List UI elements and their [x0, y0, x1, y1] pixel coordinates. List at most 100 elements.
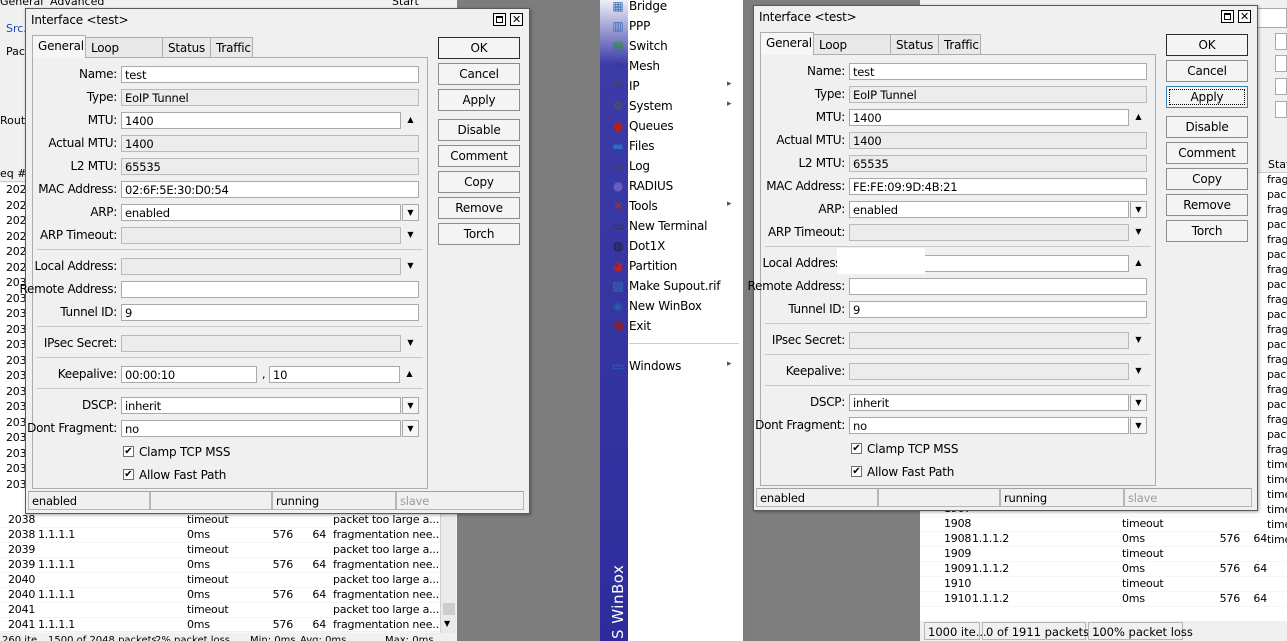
dropdown-arrow-icon[interactable]: ▼: [1130, 201, 1147, 218]
menu-item-new-winbox[interactable]: ◉ New WinBox: [613, 297, 743, 317]
table-row-partial[interactable]: pack: [1257, 218, 1287, 233]
menu-item-exit[interactable]: ▣ Exit: [612, 317, 743, 337]
bg-tab-advanced[interactable]: Advanced: [50, 0, 104, 8]
dscp-field[interactable]: inherit: [121, 397, 401, 414]
mtu-field[interactable]: 1400: [849, 109, 1129, 126]
table-row-partial[interactable]: frag: [1257, 443, 1287, 458]
tab-status[interactable]: Status: [890, 34, 939, 54]
dont-fragment-field[interactable]: no: [121, 420, 401, 437]
table-row-partial[interactable]: pack: [1257, 428, 1287, 443]
clamp-tcp-mss-checkbox[interactable]: ✔: [123, 446, 134, 457]
copy-button[interactable]: Copy: [438, 171, 520, 193]
table-row[interactable]: 2038 1.1.1.1 0ms 576 64 fragmentation nee...: [0, 528, 442, 543]
table-row-partial[interactable]: time: [1257, 473, 1287, 488]
allow-fast-path-checkbox[interactable]: ✔: [123, 469, 134, 480]
tab-loop-protect[interactable]: Loop Protect: [85, 37, 163, 69]
dropdown-arrow-icon[interactable]: ▼: [402, 397, 419, 414]
dont-fragment-field[interactable]: no: [849, 417, 1129, 434]
bg-start-button[interactable]: Start: [392, 0, 419, 8]
scroll-thumb[interactable]: [443, 603, 455, 615]
table-row-partial[interactable]: frag: [1257, 323, 1287, 338]
menu-item-mesh[interactable]: ⁘ Mesh: [613, 57, 743, 77]
comment-button[interactable]: Comment: [1166, 142, 1248, 164]
remove-button[interactable]: Remove: [438, 197, 520, 219]
disable-button[interactable]: Disable: [438, 119, 520, 141]
menu-item-log[interactable]: ▭ Log: [612, 157, 743, 177]
disable-button[interactable]: Disable: [1166, 116, 1248, 138]
table-row[interactable]: 2041 1.1.1.1 0ms 576 64 fragmentation nee...: [0, 618, 442, 633]
menu-item-queues[interactable]: ● Queues: [613, 117, 743, 137]
table-row-partial[interactable]: frag: [1257, 383, 1287, 398]
mac-field[interactable]: FE:FE:09:9D:4B:21: [849, 178, 1147, 195]
table-row[interactable]: 2039 timeout packet too large a...: [0, 543, 440, 558]
table-row[interactable]: 1908 timeout: [920, 517, 1287, 532]
tab-general[interactable]: General: [760, 32, 814, 55]
table-row-partial[interactable]: pack: [1257, 248, 1287, 263]
tunnel-id-field[interactable]: 9: [849, 301, 1147, 318]
dropdown-arrow-icon[interactable]: ▼: [1130, 394, 1147, 411]
bg-tab-general[interactable]: General: [0, 0, 43, 8]
table-row[interactable]: 2041 timeout packet too large a...: [0, 603, 440, 618]
dropdown-arrow-icon[interactable]: ▼: [402, 204, 419, 221]
menu-item-radius[interactable]: ● RADIUS: [613, 177, 743, 197]
cancel-button[interactable]: Cancel: [438, 63, 520, 85]
menu-item-ppp[interactable]: ▥ PPP: [612, 17, 743, 37]
scroll-down-arrow-icon[interactable]: ▼: [444, 619, 450, 628]
close-icon[interactable]: ✕: [510, 13, 523, 26]
remove-field-arrow-icon[interactable]: ▲: [1130, 109, 1147, 126]
menu-item-dot1x[interactable]: ◍ Dot1X: [613, 237, 743, 257]
table-row-partial[interactable]: frag: [1257, 353, 1287, 368]
bg-right-field-4[interactable]: [1275, 78, 1287, 95]
table-row[interactable]: 1909 1.1.1.2 0ms 576 64: [920, 562, 1287, 577]
expand-field-arrow-icon[interactable]: ▼: [402, 258, 419, 275]
remove-button[interactable]: Remove: [1166, 194, 1248, 216]
bg-right-field-5[interactable]: [1275, 101, 1287, 118]
status-column-header[interactable]: Stat: [1268, 158, 1287, 171]
table-row-partial[interactable]: frag: [1257, 173, 1287, 188]
copy-button[interactable]: Copy: [1166, 168, 1248, 190]
keepalive-retries-field[interactable]: 10: [269, 366, 400, 383]
table-row-partial[interactable]: time: [1257, 458, 1287, 473]
menu-item-bridge[interactable]: ▦ Bridge: [612, 0, 743, 17]
menu-item-new-terminal[interactable]: ▭ New Terminal: [612, 217, 743, 237]
dropdown-arrow-icon[interactable]: ▼: [1130, 417, 1147, 434]
bg-right-field-2[interactable]: [1275, 33, 1287, 50]
ok-button[interactable]: OK: [1166, 34, 1248, 56]
torch-button[interactable]: Torch: [1166, 220, 1248, 242]
expand-field-arrow-icon[interactable]: ▼: [1130, 332, 1147, 349]
table-row-partial[interactable]: pack: [1257, 308, 1287, 323]
close-icon[interactable]: ✕: [1238, 10, 1251, 23]
keepalive-field[interactable]: 00:00:10: [121, 366, 257, 383]
clamp-tcp-mss-checkbox[interactable]: ✔: [851, 443, 862, 454]
menu-item-tools[interactable]: ✕ Tools ▸: [613, 197, 743, 217]
menu-item-partition[interactable]: ◕ Partition: [613, 257, 743, 277]
table-row-partial[interactable]: frag: [1257, 413, 1287, 428]
menu-item-windows[interactable]: ▭ Windows ▸: [612, 357, 743, 377]
table-row[interactable]: 1909 timeout: [920, 547, 1287, 562]
remove-field-arrow-icon[interactable]: ▲: [1130, 255, 1147, 272]
dscp-field[interactable]: inherit: [849, 394, 1129, 411]
table-row[interactable]: 1908 1.1.1.2 0ms 576 64: [920, 532, 1287, 547]
apply-button[interactable]: Apply: [1166, 86, 1248, 108]
table-row-partial[interactable]: pack: [1257, 278, 1287, 293]
torch-button[interactable]: Torch: [438, 223, 520, 245]
arp-field[interactable]: enabled: [121, 204, 401, 221]
tab-loop-protect[interactable]: Loop Protect: [813, 34, 891, 66]
table-row-partial[interactable]: pack: [1257, 338, 1287, 353]
name-field[interactable]: test: [849, 63, 1147, 80]
menu-item-switch[interactable]: ▤ Switch: [612, 37, 743, 57]
dialog-titlebar[interactable]: Interface <test> ✕: [26, 9, 529, 29]
table-row-partial[interactable]: pack: [1257, 398, 1287, 413]
expand-field-arrow-icon[interactable]: ▼: [402, 227, 419, 244]
table-row-partial[interactable]: pack: [1257, 188, 1287, 203]
tunnel-id-field[interactable]: 9: [121, 304, 419, 321]
table-row-partial[interactable]: frag: [1257, 293, 1287, 308]
cancel-button[interactable]: Cancel: [1166, 60, 1248, 82]
mac-field[interactable]: 02:6F:5E:30:D0:54: [121, 181, 419, 198]
remove-field-arrow-icon[interactable]: ▲: [401, 366, 418, 383]
name-field[interactable]: test: [121, 66, 419, 83]
maximize-icon[interactable]: [1221, 10, 1234, 23]
dialog-titlebar[interactable]: Interface <test> ✕: [754, 6, 1257, 26]
table-row[interactable]: 1910 1.1.1.2 0ms 576 64: [920, 592, 1287, 607]
table-row-partial[interactable]: time: [1257, 488, 1287, 503]
